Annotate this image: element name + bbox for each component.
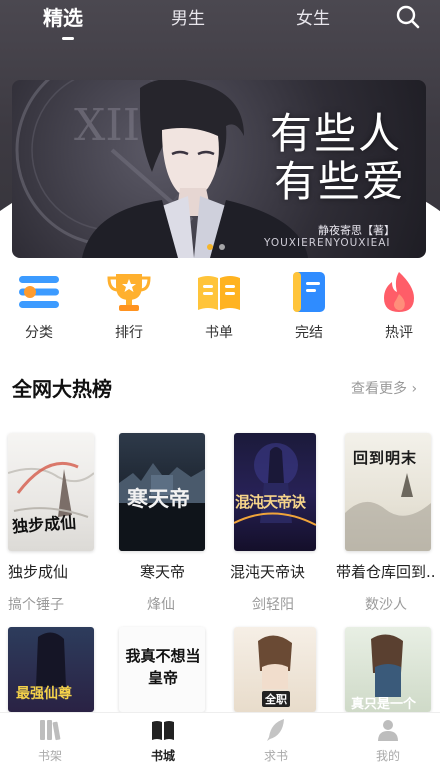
- book-cover[interactable]: 全职: [234, 627, 316, 712]
- book-author: 剑轻阳: [252, 597, 294, 613]
- book-author: 烽仙: [147, 597, 175, 613]
- book-author: 搞个锤子: [8, 597, 64, 613]
- tab-male[interactable]: 男生: [171, 4, 205, 29]
- flame-icon: [384, 272, 414, 312]
- banner-pagination: [207, 244, 225, 250]
- book-cover-text: 寒天帝: [127, 486, 190, 511]
- banner-title-line1: 有些人: [270, 109, 403, 158]
- book-cover-text: 最强仙尊: [16, 686, 72, 702]
- tab-featured[interactable]: 精选: [43, 2, 83, 31]
- nav-label: 书架: [37, 749, 62, 763]
- category-bar: 分类 排行 书单 完结 热评: [0, 270, 440, 350]
- book-author: 数沙人: [365, 597, 407, 613]
- book-cover-text: 独步成仙: [11, 512, 77, 537]
- nav-label: 我的: [375, 749, 400, 763]
- book-title: 带着仓库回到...: [336, 563, 436, 581]
- bookshelf-icon: [40, 720, 61, 741]
- book-title: 寒天帝: [140, 563, 186, 581]
- book-cover: 独步成仙: [8, 433, 94, 551]
- book-cover[interactable]: 我真不想当皇帝: [119, 627, 205, 712]
- book-title: 混沌天帝诀: [230, 563, 306, 581]
- nav-label: 书城: [150, 749, 175, 763]
- search-icon[interactable]: [395, 4, 421, 30]
- view-more-link[interactable]: 查看更多 ›: [351, 378, 417, 398]
- book-cover-text: 回到明末: [353, 449, 418, 467]
- category-label: 分类: [25, 325, 53, 341]
- book-card[interactable]: 寒天帝 寒天帝 烽仙: [119, 433, 211, 614]
- open-book-icon: [198, 276, 240, 310]
- book-cover-text: 真只是一个: [351, 697, 417, 712]
- category-completed[interactable]: 完结: [274, 270, 344, 342]
- category-ranking[interactable]: 排行: [94, 270, 164, 342]
- nav-bookshelf[interactable]: 书架: [20, 717, 80, 764]
- book-cover-text: 我真不想当皇帝: [125, 647, 201, 687]
- book-card[interactable]: 回到明末 带着仓库回到... 数沙人: [336, 433, 437, 614]
- book-title: 独步成仙: [8, 563, 69, 581]
- banner-title-line2: 有些爱: [274, 157, 407, 206]
- category-classify[interactable]: 分类: [4, 270, 74, 342]
- category-label: 完结: [295, 325, 323, 341]
- list-icon: [19, 276, 59, 308]
- book-cover-text: 全职: [262, 691, 290, 707]
- featured-banner[interactable]: XII 有些人 有些爱 静夜寄思【著】 YOUXIERENYOUXIEAI: [12, 80, 426, 258]
- tab-female[interactable]: 女生: [296, 4, 330, 29]
- category-label: 书单: [205, 325, 233, 341]
- top-tab-bar: 精选 男生 女生: [0, 0, 440, 48]
- book-card[interactable]: 独步成仙 独步成仙 搞个锤子: [8, 433, 100, 614]
- book-cover[interactable]: 真只是一个: [345, 627, 431, 712]
- category-hot-reviews[interactable]: 热评: [364, 270, 434, 342]
- category-label: 排行: [115, 325, 143, 341]
- banner-title: 有些人 有些爱: [270, 110, 406, 206]
- book-cover-text: 混沌天帝诀: [235, 493, 306, 511]
- nav-profile[interactable]: 我的: [358, 717, 418, 764]
- nav-book-city[interactable]: 书城: [133, 717, 193, 764]
- section-title: 全网大热榜: [12, 377, 112, 401]
- nav-request-book[interactable]: 求书: [246, 717, 306, 764]
- book-cover: 寒天帝: [119, 433, 205, 551]
- book-cover[interactable]: 最强仙尊: [8, 627, 94, 712]
- banner-pinyin: YOUXIERENYOUXIEAI: [264, 237, 391, 249]
- trophy-icon: [107, 274, 151, 311]
- banner-author: 静夜寄思【著】: [318, 224, 395, 237]
- svg-text:XII: XII: [74, 100, 140, 151]
- category-label: 热评: [385, 325, 413, 341]
- bottom-navigation: 书架 书城 求书 我的: [0, 712, 440, 770]
- banner-dot[interactable]: [219, 244, 225, 250]
- notebook-icon: [293, 272, 325, 312]
- active-tab-indicator: [62, 37, 74, 40]
- category-booklist[interactable]: 书单: [184, 270, 254, 342]
- profile-icon: [378, 720, 398, 741]
- book-city-icon: [152, 721, 174, 740]
- book-card[interactable]: 混沌天帝诀 混沌天帝诀 剑轻阳: [230, 433, 326, 614]
- banner-dot-active[interactable]: [207, 244, 213, 250]
- feather-icon: [267, 719, 284, 741]
- nav-label: 求书: [263, 749, 288, 763]
- book-cover: 混沌天帝诀: [234, 433, 316, 551]
- book-cover: 回到明末: [345, 433, 431, 551]
